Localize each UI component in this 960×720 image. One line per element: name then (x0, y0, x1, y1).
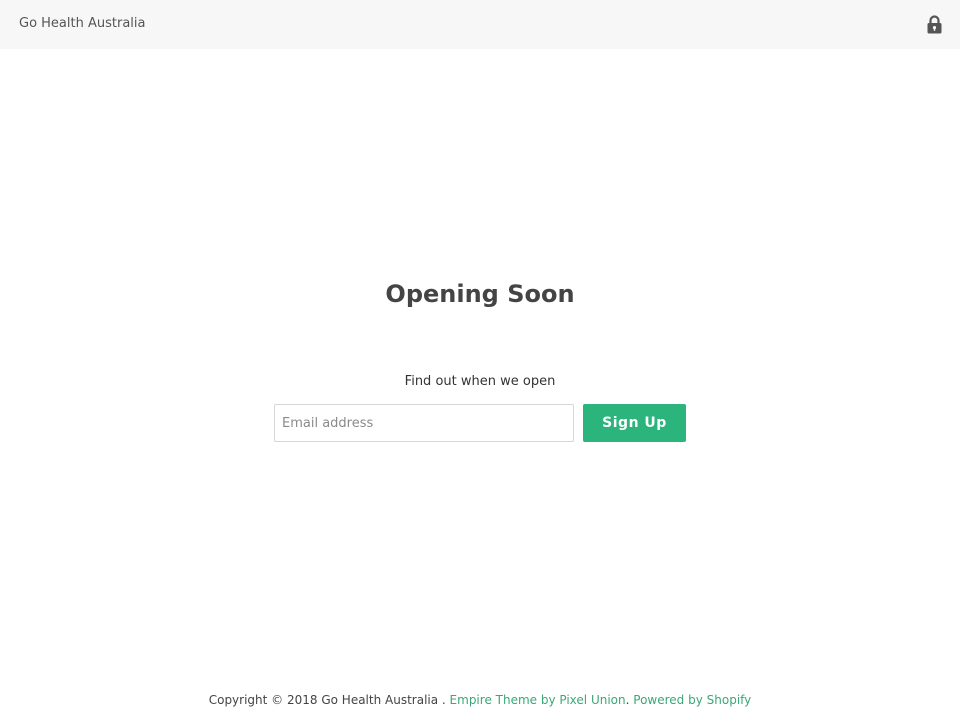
copyright-text: Copyright © 2018 Go Health Australia . (208, 693, 446, 707)
footer-separator: . (625, 693, 630, 707)
lock-icon[interactable] (926, 15, 943, 34)
footer: Copyright © 2018 Go Health Australia . E… (0, 693, 960, 707)
store-name-link[interactable]: Go Health Australia (19, 16, 145, 31)
signup-subtitle: Find out when we open (404, 374, 556, 389)
sign-up-button[interactable]: Sign Up (583, 404, 686, 442)
email-input[interactable] (274, 404, 574, 442)
header: Go Health Australia (0, 0, 960, 49)
theme-link[interactable]: Empire Theme by Pixel Union (450, 693, 626, 707)
powered-by-link[interactable]: Powered by Shopify (633, 693, 751, 707)
page-title: Opening Soon (385, 280, 575, 308)
